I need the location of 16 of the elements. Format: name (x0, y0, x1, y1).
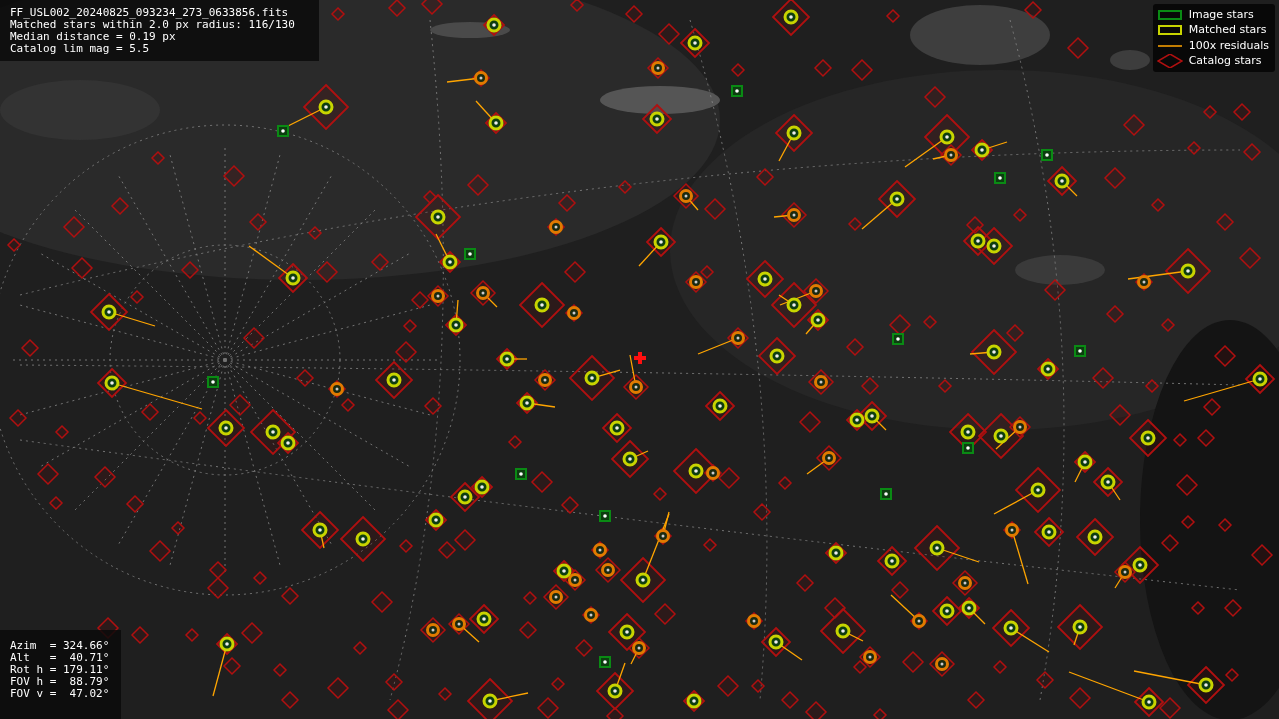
legend-label: Matched stars (1188, 22, 1267, 38)
info-line: Catalog lim mag = 5.5 (10, 43, 150, 55)
pointing-line: FOV h = 88.79° (10, 676, 110, 688)
residual-line-icon (1156, 44, 1183, 47)
legend-label: Image stars (1188, 6, 1254, 23)
pointing-line: Rot h = 179.11° (10, 664, 110, 676)
info-line: Matched stars within 2.0 px radius: 116/130 (10, 19, 295, 31)
info-line: FF_USL002_20240825_093234_273_0633856.fits (10, 7, 289, 19)
center-cross-icon (634, 352, 646, 364)
pointing-line: Alt = 40.71° (10, 652, 110, 664)
legend-label: Catalog stars (1188, 53, 1262, 69)
pointing-line: FOV v = 47.02° (10, 688, 110, 700)
legend-label: 100x residuals (1188, 37, 1269, 54)
info-line: Median distance = 0.19 px (10, 31, 176, 43)
catalog-star-icon (1156, 54, 1183, 69)
pointing-line: Azim = 324.66° (10, 640, 110, 652)
